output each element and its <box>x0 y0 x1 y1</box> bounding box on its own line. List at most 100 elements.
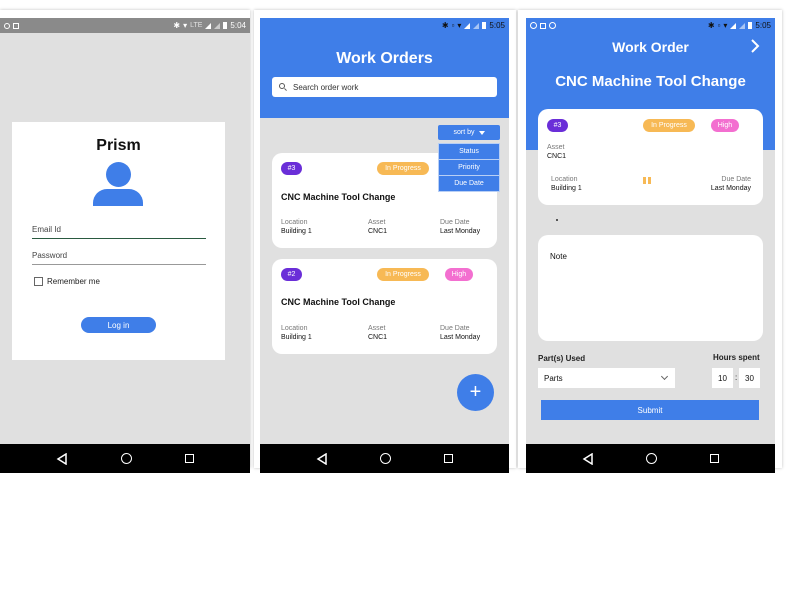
location-value: Building 1 <box>551 185 582 192</box>
whatsapp-icon <box>530 22 537 29</box>
search-input[interactable]: Search order work <box>272 77 497 97</box>
remember-label: Remember me <box>47 277 100 286</box>
order-id-badge: #3 <box>281 162 302 175</box>
asset-label: Asset <box>368 219 386 226</box>
search-placeholder: Search order work <box>293 82 359 92</box>
location-meta: Location Building 1 <box>281 219 312 235</box>
asset-label: Asset <box>368 325 386 332</box>
order-detail-card: #3 In Progress High Asset CNC1 Location … <box>538 109 763 205</box>
signal-icon <box>205 22 212 29</box>
due-meta: Due Date Last Monday <box>703 176 751 192</box>
back-icon[interactable] <box>56 452 68 465</box>
password-field[interactable]: Password <box>32 251 206 265</box>
status-time: 5:05 <box>755 21 771 30</box>
work-order-detail-screen: ✱ ▫ ▾ 5:05 Work Order CNC Machine Tool C… <box>526 18 775 473</box>
pause-icon[interactable] <box>643 177 651 184</box>
search-icon <box>279 83 287 91</box>
work-order-card[interactable]: #2 In Progress High CNC Machine Tool Cha… <box>272 259 497 354</box>
image-icon <box>540 22 546 29</box>
location-label: Location <box>281 219 308 226</box>
sort-option-due-date[interactable]: Due Date <box>438 175 500 192</box>
add-order-button[interactable]: + <box>457 374 494 411</box>
login-screen: ✱ ▾ LTE 5:04 Prism Email Id Password Rem… <box>0 18 250 473</box>
login-card: Prism Email Id Password Remember me Log … <box>12 122 225 360</box>
status-time: 5:04 <box>230 21 246 30</box>
note-placeholder: Note <box>550 252 567 261</box>
sort-option-priority[interactable]: Priority <box>438 159 500 176</box>
caret-down-icon <box>478 130 485 135</box>
recent-apps-icon[interactable] <box>443 454 453 463</box>
location-label: Location <box>551 176 578 183</box>
asset-value: CNC1 <box>547 153 567 160</box>
app-icon <box>4 22 10 29</box>
note-input[interactable]: Note <box>538 235 763 341</box>
home-icon[interactable] <box>380 453 392 464</box>
signal-icon-2 <box>473 22 480 29</box>
home-icon[interactable] <box>120 453 132 464</box>
detail-phone: ✱ ▫ ▾ 5:05 Work Order CNC Machine Tool C… <box>518 10 782 473</box>
nav-bar <box>526 444 775 473</box>
chevron-right-icon[interactable] <box>747 38 763 54</box>
chevron-down-icon <box>660 372 669 381</box>
asset-value: CNC1 <box>368 228 388 235</box>
signal-icon-2 <box>739 22 746 29</box>
card-title: CNC Machine Tool Change <box>281 192 396 202</box>
time-separator: : <box>735 373 738 382</box>
sort-menu: Status Priority Due Date <box>438 143 500 192</box>
list-phone: ✱ ▫ ▾ 5:05 Work Orders Search order work… <box>254 10 516 473</box>
recent-apps-icon[interactable] <box>709 454 719 463</box>
login-phone: ✱ ▾ LTE 5:04 Prism Email Id Password Rem… <box>0 10 250 473</box>
parts-select[interactable]: Parts <box>538 368 675 388</box>
home-icon[interactable] <box>646 453 658 464</box>
due-meta: Due Date Last Monday <box>440 219 480 235</box>
status-badge: In Progress <box>643 119 695 132</box>
location-meta: Location Building 1 <box>551 176 582 192</box>
order-title: CNC Machine Tool Change <box>555 73 746 90</box>
sort-option-status[interactable]: Status <box>438 143 500 160</box>
phone-icon <box>549 22 556 29</box>
battery-icon <box>748 22 753 29</box>
login-button[interactable]: Log in <box>81 317 156 333</box>
sort-by-button[interactable]: sort by <box>438 125 500 140</box>
work-orders-screen: ✱ ▫ ▾ 5:05 Work Orders Search order work… <box>260 18 509 473</box>
parts-label: Part(s) Used <box>538 354 586 363</box>
user-avatar-icon <box>93 162 143 206</box>
wifi-icon: ▾ <box>457 21 462 30</box>
card-title: CNC Machine Tool Change <box>281 297 396 307</box>
wifi-icon: ▾ <box>723 21 728 30</box>
back-icon[interactable] <box>582 452 594 465</box>
status-time: 5:05 <box>489 21 505 30</box>
due-meta: Due Date Last Monday <box>440 325 480 341</box>
decorative-dot <box>556 219 558 221</box>
recent-apps-icon[interactable] <box>184 454 194 463</box>
bluetooth-icon: ✱ <box>441 21 449 30</box>
sort-label: sort by <box>453 129 475 136</box>
status-bar: ✱ ▫ ▾ 5:05 <box>526 18 775 33</box>
status-bar: ✱ ▫ ▾ 5:05 <box>260 18 509 33</box>
signal-icon-2 <box>214 22 221 29</box>
vibrate-icon: ▫ <box>717 21 721 30</box>
remember-me[interactable]: Remember me <box>34 277 100 286</box>
location-value: Building 1 <box>281 228 312 235</box>
asset-label: Asset <box>547 144 565 151</box>
due-value: Last Monday <box>440 334 481 341</box>
hours-input[interactable]: 10 <box>712 368 733 388</box>
location-meta: Location Building 1 <box>281 325 312 341</box>
app-title: Prism <box>96 137 141 154</box>
asset-meta: Asset CNC1 <box>368 325 387 341</box>
submit-button[interactable]: Submit <box>541 400 759 420</box>
remember-checkbox[interactable] <box>34 277 43 286</box>
hours-label: Hours spent <box>713 353 760 362</box>
bluetooth-icon: ✱ <box>173 21 181 30</box>
location-label: Location <box>281 325 308 332</box>
email-field[interactable]: Email Id <box>32 225 206 239</box>
nav-bar <box>0 444 250 473</box>
minutes-input[interactable]: 30 <box>739 368 760 388</box>
status-badge: In Progress <box>377 162 429 175</box>
status-badge: In Progress <box>377 268 429 281</box>
asset-meta: Asset CNC1 <box>547 144 566 160</box>
back-icon[interactable] <box>316 452 328 465</box>
asset-meta: Asset CNC1 <box>368 219 387 235</box>
due-value: Last Monday <box>440 228 481 235</box>
bluetooth-icon: ✱ <box>707 21 715 30</box>
